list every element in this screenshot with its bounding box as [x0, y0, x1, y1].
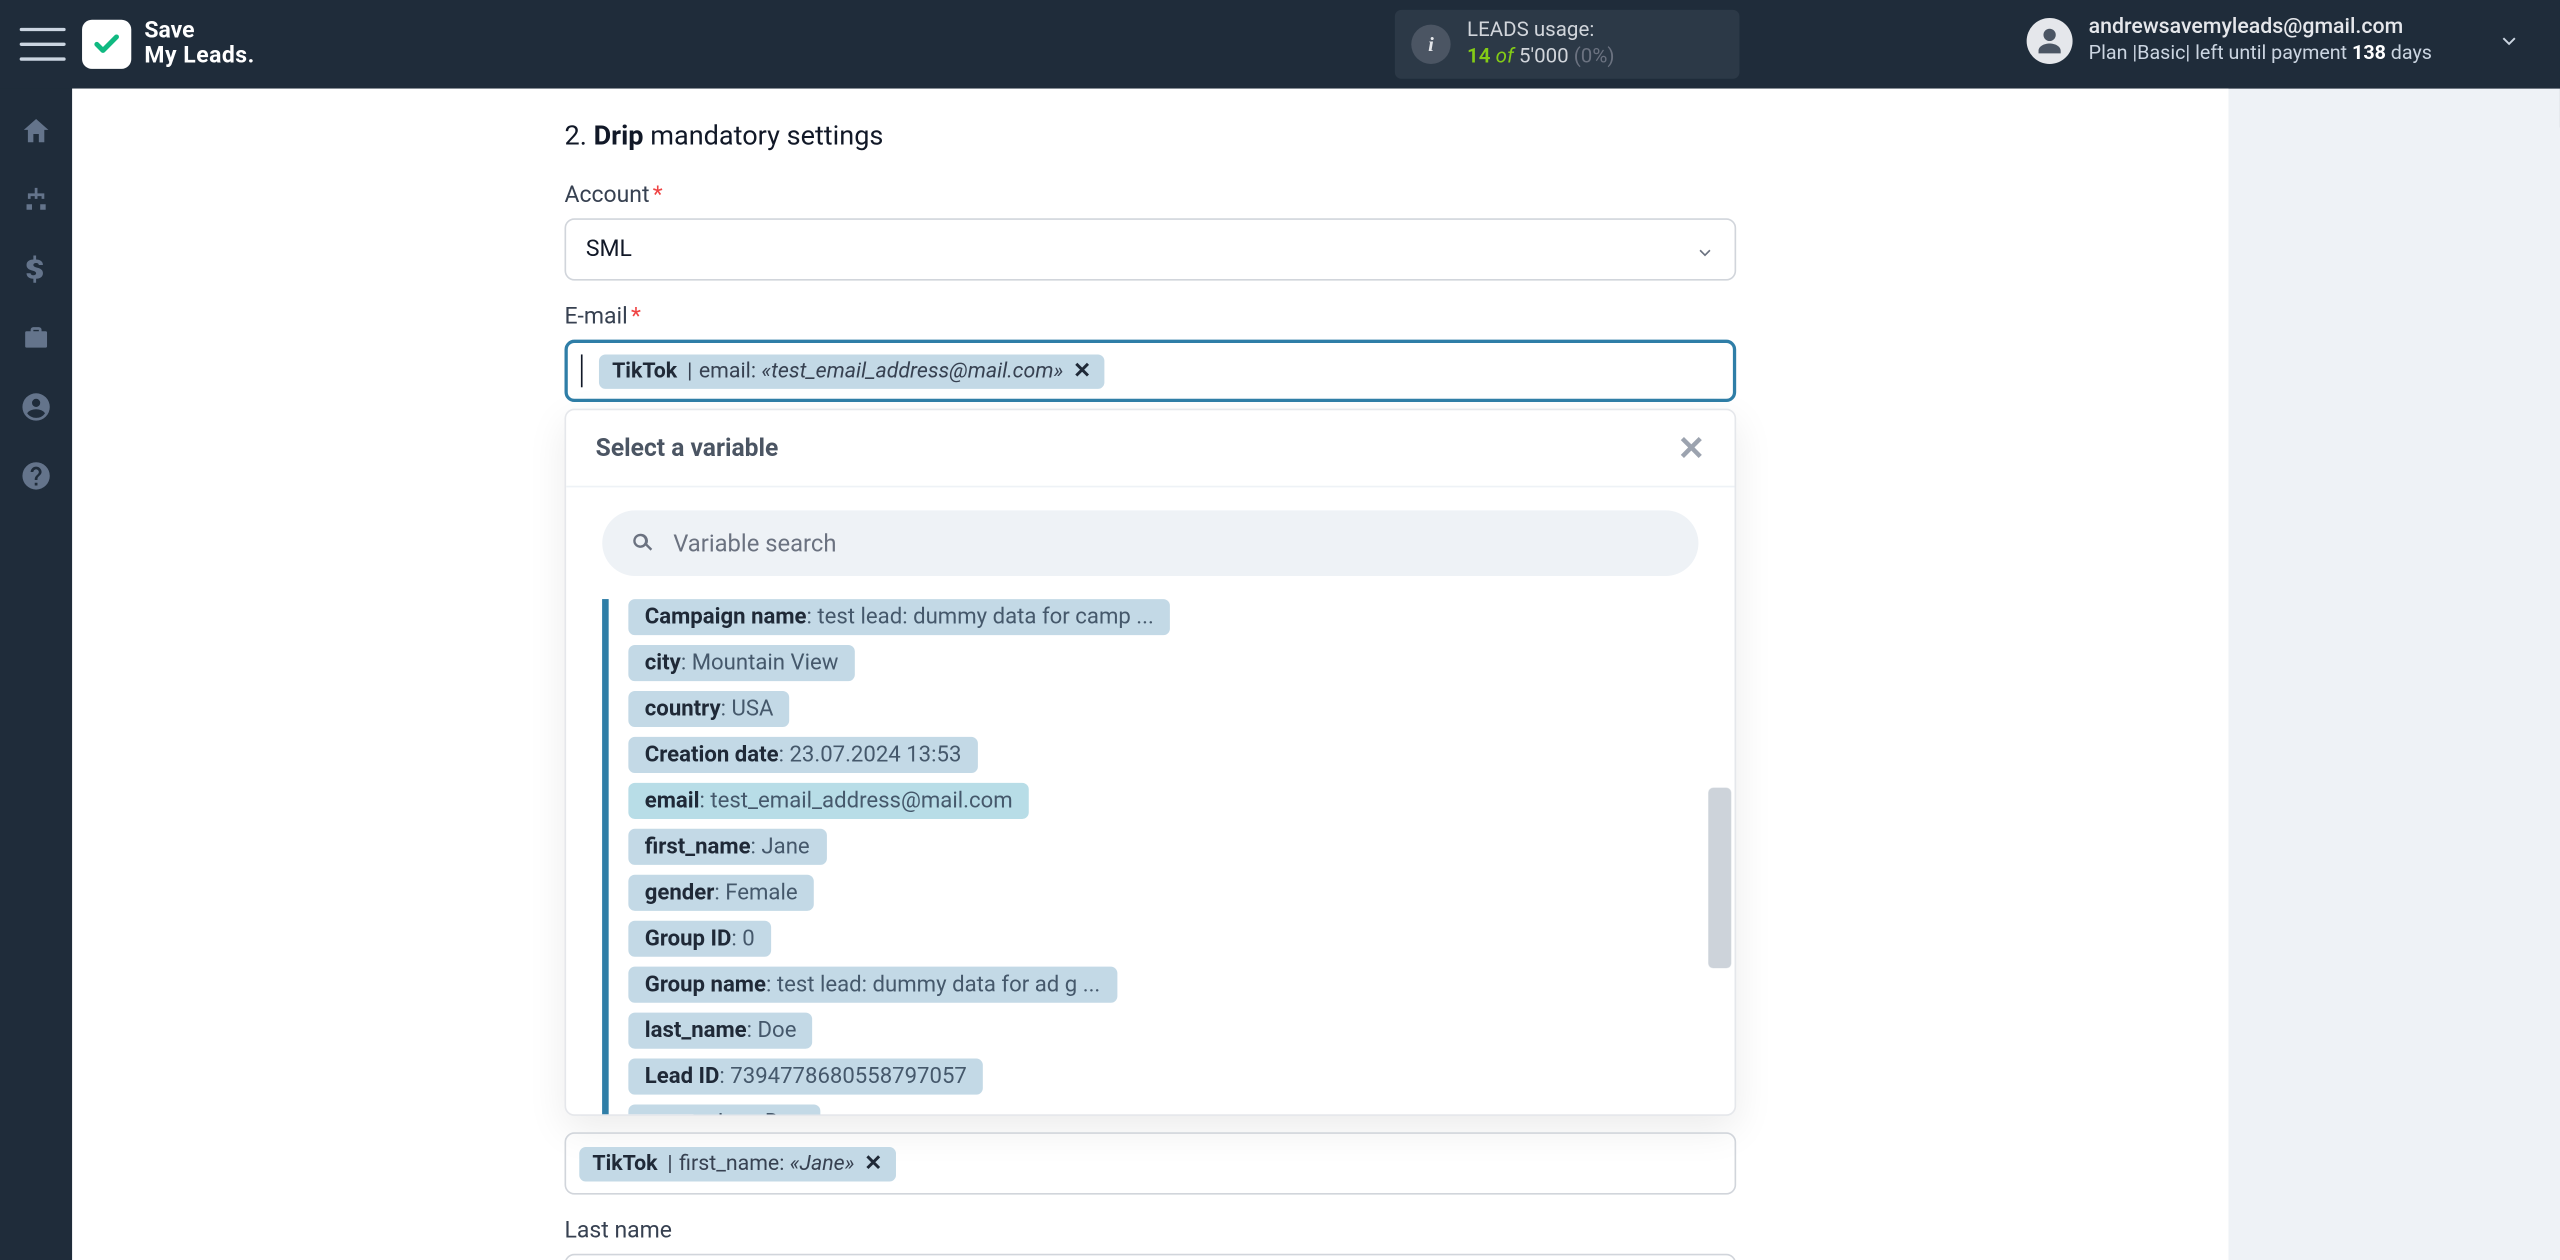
user-menu[interactable]: andrewsavemyleads@gmail.com Plan |Basic|…: [2026, 15, 2520, 66]
app-logo[interactable]: [82, 20, 131, 69]
top-bar: Save My Leads. i LEADS usage: 14 of 5'00…: [0, 0, 2560, 89]
variable-option[interactable]: first_name: Jane: [629, 829, 827, 865]
variable-token-email[interactable]: TikTok | email: «test_email_address@mail…: [599, 354, 1104, 388]
checkmark-icon: [92, 30, 122, 60]
chevron-down-icon: [2498, 29, 2521, 52]
variable-option[interactable]: Campaign name: test lead: dummy data for…: [629, 599, 1171, 635]
usage-total: 5'000: [1519, 44, 1569, 69]
variable-option[interactable]: city: Mountain View: [629, 645, 855, 681]
variable-option[interactable]: email: test_email_address@mail.com: [629, 783, 1030, 819]
variable-option[interactable]: country: USA: [629, 691, 791, 727]
section-heading: 2. Drip mandatory settings: [565, 121, 1737, 152]
user-circle-icon[interactable]: [20, 391, 53, 424]
scrollbar-thumb[interactable]: [1708, 788, 1731, 969]
home-icon[interactable]: [20, 115, 53, 148]
variable-option[interactable]: Creation date: 23.07.2024 13:53: [629, 737, 978, 773]
usage-percent: (0%): [1574, 44, 1615, 69]
lastname-label: Last name: [565, 1218, 1737, 1244]
briefcase-icon[interactable]: [20, 322, 53, 355]
menu-toggle-button[interactable]: [20, 28, 66, 61]
lastname-field[interactable]: TikTok | last_name: «Doe» ✕: [565, 1254, 1737, 1260]
dropdown-title: Select a variable: [596, 433, 779, 463]
variable-option[interactable]: Lead ID: 7394778680558797057: [629, 1058, 984, 1094]
app-name: Save My Leads.: [144, 19, 254, 70]
usage-label: LEADS usage:: [1467, 19, 1614, 45]
token-remove-icon[interactable]: ✕: [1073, 359, 1091, 384]
info-icon: i: [1411, 25, 1450, 64]
close-icon[interactable]: ✕: [1677, 440, 1705, 456]
usage-current: 14: [1467, 44, 1490, 69]
variable-option[interactable]: Group name: test lead: dummy data for ad…: [629, 967, 1117, 1003]
page-body: 2. Drip mandatory settings Account* SML …: [72, 89, 2560, 1260]
variable-list[interactable]: Campaign name: test lead: dummy data for…: [566, 592, 1734, 1114]
chevron-down-icon: [1695, 243, 1715, 263]
variable-search-wrap: [602, 510, 1698, 576]
token-remove-icon[interactable]: ✕: [864, 1151, 882, 1176]
left-nav: [0, 89, 72, 1260]
avatar: [2026, 17, 2072, 63]
leads-usage-badge: i LEADS usage: 14 of 5'000 (0%): [1395, 10, 1740, 79]
variable-dropdown: Select a variable ✕ Campaign name: test …: [565, 409, 1737, 1116]
user-plan: Plan |Basic| left until payment 138 days: [2089, 41, 2432, 66]
sitemap-icon[interactable]: [20, 184, 53, 217]
dollar-icon[interactable]: [20, 253, 53, 286]
settings-card: 2. Drip mandatory settings Account* SML …: [72, 89, 2228, 1260]
variable-option[interactable]: Group ID: 0: [629, 921, 772, 957]
user-icon: [2035, 26, 2065, 56]
email-field[interactable]: TikTok | email: «test_email_address@mail…: [565, 340, 1737, 402]
search-icon: [629, 528, 657, 558]
variable-option[interactable]: gender: Female: [629, 875, 815, 911]
help-icon[interactable]: [20, 459, 53, 492]
firstname-field[interactable]: TikTok | first_name: «Jane» ✕: [565, 1132, 1737, 1194]
variable-option[interactable]: last_name: Doe: [629, 1012, 814, 1048]
account-select[interactable]: SML: [565, 218, 1737, 280]
account-selected-value: SML: [586, 236, 632, 262]
account-label: Account*: [565, 182, 1737, 208]
variable-search-input[interactable]: [673, 529, 1672, 557]
variable-token-firstname[interactable]: TikTok | first_name: «Jane» ✕: [579, 1146, 895, 1180]
email-label: E-mail*: [565, 304, 1737, 330]
user-email: andrewsavemyleads@gmail.com: [2089, 15, 2432, 42]
variable-option[interactable]: name: Jane Doe: [629, 1104, 821, 1114]
text-cursor: [581, 354, 583, 387]
